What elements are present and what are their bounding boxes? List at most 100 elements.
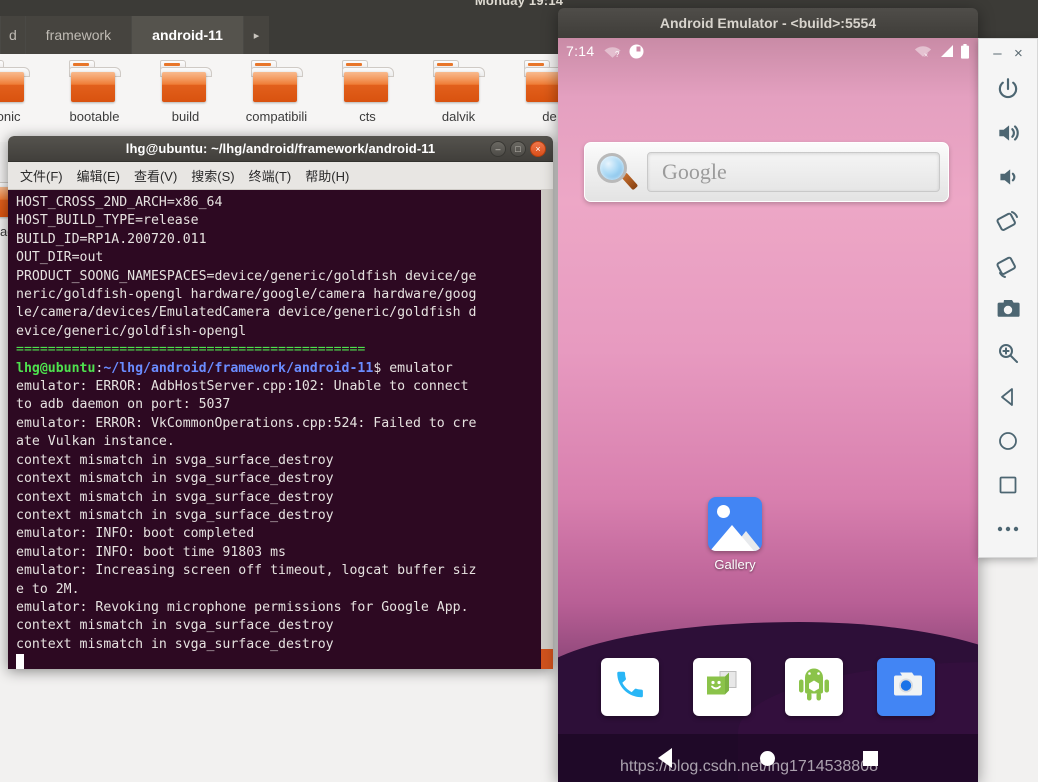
terminal-line: le/camera/devices/EmulatedCamera device/… (16, 305, 477, 321)
magnifier-icon[interactable] (593, 149, 643, 195)
terminal-line: evice/generic/goldfish-opengl (16, 323, 247, 339)
terminal-line: context mismatch in svga_surface_destroy (16, 471, 334, 487)
home-app-gallery[interactable]: Gallery (690, 497, 780, 572)
terminal-line: context mismatch in svga_surface_destroy (16, 618, 334, 634)
panel-clock: Monday 19:14 (474, 0, 564, 8)
more-icon[interactable] (979, 507, 1037, 551)
close-icon[interactable]: × (530, 141, 546, 157)
folder-label: cts (359, 109, 376, 124)
terminal-line: context mismatch in svga_surface_destroy (16, 489, 334, 505)
dock-app-phone[interactable] (601, 658, 659, 716)
folder-item[interactable]: compatibili (231, 54, 322, 124)
terminal-scrollbar[interactable] (541, 190, 553, 669)
terminal-cursor-line (16, 654, 553, 669)
folder-item[interactable]: cts (322, 54, 413, 124)
terminal-line: to adb daemon on port: 5037 (16, 397, 231, 413)
volume-up-icon[interactable] (979, 111, 1037, 155)
folder-item[interactable]: bionic (0, 54, 49, 124)
chevron-right-icon[interactable]: ▸ (242, 16, 269, 54)
folder-icon (159, 60, 212, 104)
terminal-output[interactable]: HOST_CROSS_2ND_ARCH=x86_64 HOST_BUILD_TYP… (8, 190, 553, 669)
menu-item-view[interactable]: 查看(V) (134, 166, 177, 185)
menu-item-help[interactable]: 帮助(H) (305, 166, 349, 185)
file-manager-tab-partial[interactable]: d (0, 16, 25, 54)
terminal-line-separator: ========================================… (16, 342, 366, 358)
menu-item-edit[interactable]: 编辑(E) (77, 166, 120, 185)
minimize-icon[interactable]: – (993, 46, 1001, 61)
wifi-off-icon: × (914, 44, 932, 58)
terminal-line: context mismatch in svga_surface_destroy (16, 636, 334, 652)
prompt-user: lhg@ubuntu (16, 360, 96, 376)
minimize-icon[interactable]: – (490, 141, 506, 157)
recents-nav-icon[interactable] (863, 750, 878, 766)
android-navigation-bar (558, 734, 978, 782)
folder-label: de (542, 109, 557, 124)
text-cursor (16, 654, 24, 669)
back-icon[interactable] (979, 375, 1037, 419)
signal-bars-icon (938, 44, 954, 58)
file-manager-tab-framework[interactable]: framework (24, 16, 132, 54)
android-icon (796, 667, 832, 708)
folder-label: compatibili (245, 109, 308, 124)
android-emulator-window: Android Emulator - <build>:5554 7:14 ? ×… (558, 8, 978, 782)
volume-down-icon[interactable] (979, 155, 1037, 199)
close-icon[interactable]: × (1014, 46, 1023, 61)
terminal-line: context mismatch in svga_surface_destroy (16, 452, 334, 468)
folder-item[interactable]: build (140, 54, 231, 124)
zoom-icon[interactable] (979, 331, 1037, 375)
terminal-window: lhg@ubuntu: ~/lhg/android/framework/andr… (8, 136, 553, 669)
terminal-line: neric/goldfish-opengl hardware/google/ca… (16, 287, 477, 303)
menu-item-search[interactable]: 搜索(S) (191, 166, 234, 185)
rotate-left-icon[interactable] (979, 199, 1037, 243)
power-icon[interactable] (979, 67, 1037, 111)
dock-app-api-demos[interactable] (785, 658, 843, 716)
search-placeholder: Google (662, 159, 727, 184)
prompt-command: $ emulator (373, 360, 453, 376)
folder-item[interactable]: dalvik (413, 54, 504, 124)
wifi-question-icon: ? (604, 45, 622, 58)
terminal-line: e to 2M. (16, 581, 80, 597)
phone-icon (613, 668, 647, 707)
camera-icon (888, 670, 924, 705)
back-nav-icon[interactable] (658, 748, 672, 768)
terminal-titlebar[interactable]: lhg@ubuntu: ~/lhg/android/framework/andr… (8, 136, 553, 162)
terminal-line: emulator: ERROR: VkCommonOperations.cpp:… (16, 415, 477, 431)
folder-label: bootable (69, 109, 120, 124)
home-nav-icon[interactable] (760, 750, 775, 766)
folder-icon (341, 60, 394, 104)
menu-item-terminal[interactable]: 终端(T) (249, 166, 292, 185)
terminal-line: emulator: ERROR: AdbHostServer.cpp:102: … (16, 379, 469, 395)
terminal-line: HOST_CROSS_2ND_ARCH=x86_64 (16, 195, 223, 210)
terminal-menubar: 文件(F) 编辑(E) 查看(V) 搜索(S) 终端(T) 帮助(H) (8, 162, 553, 190)
folder-icon (250, 60, 303, 104)
search-input[interactable]: Google (647, 152, 940, 192)
emulator-device-screen[interactable]: 7:14 ? × Google Gallery https://blog.csd… (558, 38, 978, 782)
folder-icon (68, 60, 121, 104)
file-manager-tab-android-11[interactable]: android-11 (131, 16, 243, 54)
emulator-titlebar[interactable]: Android Emulator - <build>:5554 (558, 8, 978, 38)
android-dock (558, 658, 978, 716)
terminal-line: emulator: Increasing screen off timeout,… (16, 563, 477, 579)
dock-app-messaging[interactable] (693, 658, 751, 716)
overview-icon[interactable] (979, 463, 1037, 507)
google-search-widget[interactable]: Google (584, 142, 949, 202)
folder-label: bionic (0, 109, 21, 124)
menu-item-file[interactable]: 文件(F) (20, 166, 63, 185)
screen-root: Monday 19:14 d framework android-11 ▸ bi… (0, 0, 1038, 782)
terminal-line: PRODUCT_SOONG_NAMESPACES=device/generic/… (16, 268, 477, 284)
folder-item[interactable]: bootable (49, 54, 140, 124)
prompt-path: ~/lhg/android/framework/android-11 (103, 360, 374, 376)
folder-label: dalvik (441, 109, 476, 124)
terminal-line: HOST_BUILD_TYPE=release (16, 213, 199, 229)
rotate-right-icon[interactable] (979, 243, 1037, 287)
maximize-icon[interactable]: □ (510, 141, 526, 157)
home-icon[interactable] (979, 419, 1037, 463)
terminal-line: emulator: Revoking microphone permission… (16, 599, 469, 615)
messaging-icon (704, 669, 740, 706)
terminal-line: OUT_DIR=out (16, 250, 104, 266)
terminal-title: lhg@ubuntu: ~/lhg/android/framework/andr… (125, 141, 436, 156)
dock-app-camera[interactable] (877, 658, 935, 716)
screenshot-camera-icon[interactable] (979, 287, 1037, 331)
sync-circle-icon (629, 44, 644, 59)
scrollbar-thumb[interactable] (541, 649, 553, 669)
